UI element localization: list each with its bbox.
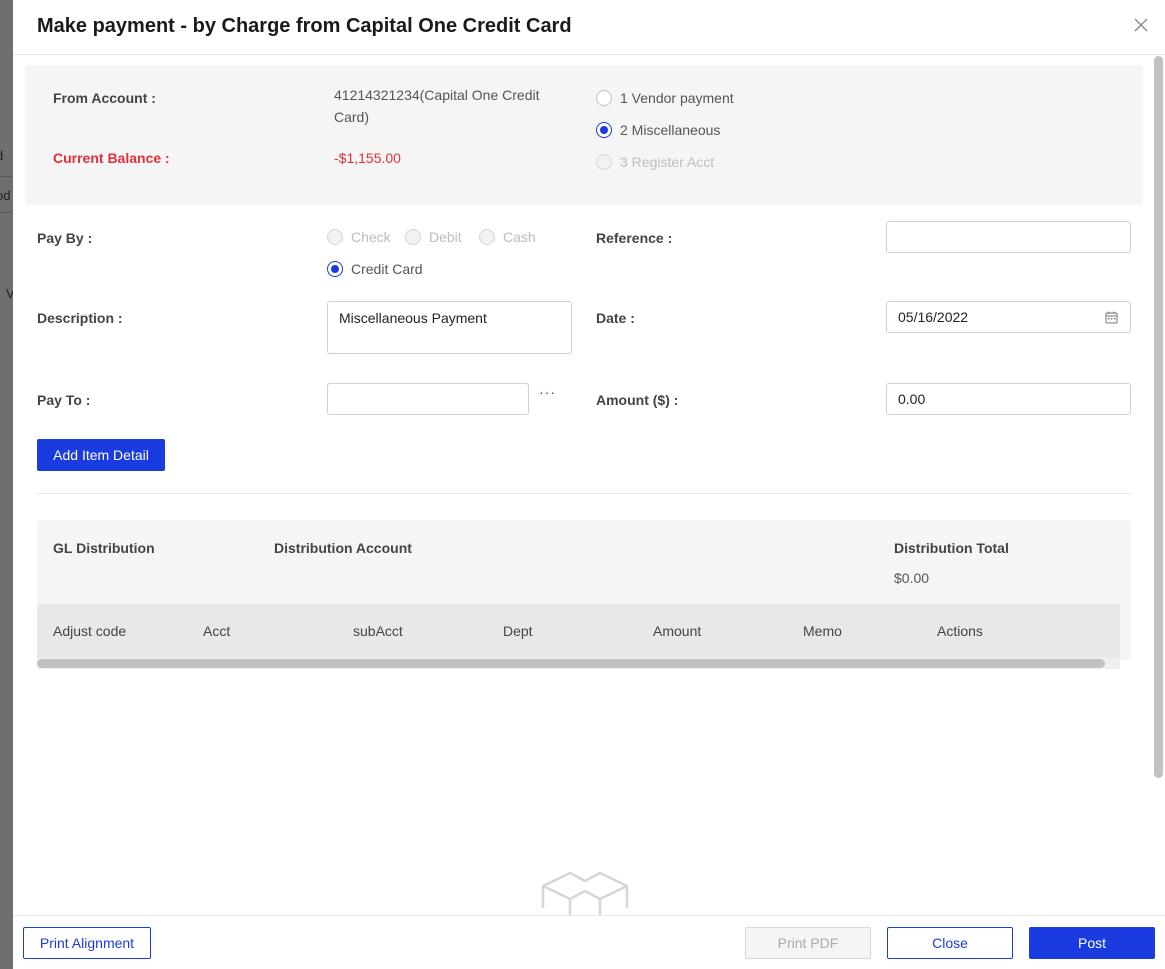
modal-body: From Account : 41214321234(Capital One C…: [13, 56, 1165, 915]
radio-disabled-icon: [405, 229, 421, 245]
radio-checked-icon[interactable]: [596, 122, 612, 138]
pay-by-debit: Debit: [405, 229, 462, 245]
gl-distribution-label: GL Distribution: [53, 540, 155, 556]
date-label: Date :: [596, 310, 635, 326]
background-page: d od V: [0, 0, 14, 969]
column-actions: Actions: [937, 623, 983, 639]
radio-disabled-icon: [479, 229, 495, 245]
modal-title: Make payment - by Charge from Capital On…: [37, 15, 572, 37]
column-subacct: subAcct: [353, 623, 403, 639]
gl-table-header: Adjust code Acct subAcct Dept Amount Mem…: [37, 604, 1120, 658]
current-balance-value: -$1,155.00: [334, 150, 401, 166]
close-button[interactable]: Close: [887, 927, 1013, 959]
post-button[interactable]: Post: [1029, 927, 1155, 959]
amount-label: Amount ($) :: [596, 392, 679, 408]
payment-type-label: 2 Miscellaneous: [620, 122, 721, 138]
payment-type-label: 3 Register Acct: [620, 154, 715, 170]
pay-to-label: Pay To :: [37, 392, 91, 408]
from-account-label: From Account :: [53, 90, 156, 106]
radio-checked-icon[interactable]: [327, 261, 343, 277]
background-divider: [0, 176, 14, 177]
from-account-value: 41214321234(Capital One Credit Card): [334, 87, 540, 125]
distribution-total-label: Distribution Total: [894, 540, 1009, 556]
empty-box-icon: [541, 871, 629, 915]
distribution-account-label: Distribution Account: [274, 540, 412, 556]
pay-by-label: Pay By :: [37, 230, 93, 246]
column-adjust-code: Adjust code: [53, 623, 127, 639]
date-picker[interactable]: 05/16/2022: [886, 301, 1131, 333]
print-pdf-button: Print PDF: [745, 927, 871, 959]
radio-unchecked-icon[interactable]: [596, 90, 612, 106]
modal-vertical-scrollbar[interactable]: [1154, 56, 1163, 778]
pay-by-cash: Cash: [479, 229, 536, 245]
pay-by-option-label: Debit: [429, 229, 462, 245]
column-acct: Acct: [203, 623, 231, 639]
current-balance-label: Current Balance :: [53, 150, 170, 166]
modal-header: Make payment - by Charge from Capital On…: [13, 0, 1165, 55]
radio-disabled-icon: [596, 154, 612, 170]
background-text: od: [0, 188, 11, 203]
column-dept: Dept: [503, 623, 533, 639]
print-alignment-button[interactable]: Print Alignment: [23, 927, 151, 959]
pay-by-option-label: Cash: [503, 229, 536, 245]
add-item-detail-button[interactable]: Add Item Detail: [37, 439, 165, 471]
description-input[interactable]: Miscellaneous Payment: [327, 301, 572, 354]
pay-by-check: Check: [327, 229, 391, 245]
reference-input[interactable]: [886, 221, 1131, 253]
payment-type-label: 1 Vendor payment: [620, 90, 734, 106]
background-text: d: [0, 148, 3, 163]
column-memo: Memo: [803, 623, 842, 639]
reference-label: Reference :: [596, 230, 673, 246]
calendar-icon[interactable]: [1105, 311, 1118, 324]
pay-by-credit-card[interactable]: Credit Card: [327, 261, 423, 277]
payment-type-register-acct: 3 Register Acct: [596, 154, 714, 170]
make-payment-modal: Make payment - by Charge from Capital On…: [13, 0, 1165, 969]
pay-by-option-label: Credit Card: [351, 261, 423, 277]
background-divider: [0, 212, 14, 213]
payment-type-vendor[interactable]: 1 Vendor payment: [596, 90, 734, 106]
column-amount: Amount: [653, 623, 702, 639]
description-label: Description :: [37, 310, 123, 326]
table-horizontal-scrollbar[interactable]: [37, 659, 1105, 668]
close-icon[interactable]: [1131, 15, 1151, 35]
modal-footer: Print Alignment Print PDF Close Post: [13, 915, 1165, 969]
date-value: 05/16/2022: [898, 309, 969, 325]
radio-disabled-icon: [327, 229, 343, 245]
section-divider: [37, 493, 1131, 494]
payment-type-miscellaneous[interactable]: 2 Miscellaneous: [596, 122, 720, 138]
pay-to-input[interactable]: [327, 383, 529, 415]
pay-by-option-label: Check: [351, 229, 391, 245]
amount-input[interactable]: 0.00: [886, 383, 1131, 415]
distribution-total-value: $0.00: [894, 570, 930, 586]
pay-to-more-icon[interactable]: ···: [539, 384, 556, 400]
account-panel: From Account : 41214321234(Capital One C…: [25, 65, 1143, 205]
